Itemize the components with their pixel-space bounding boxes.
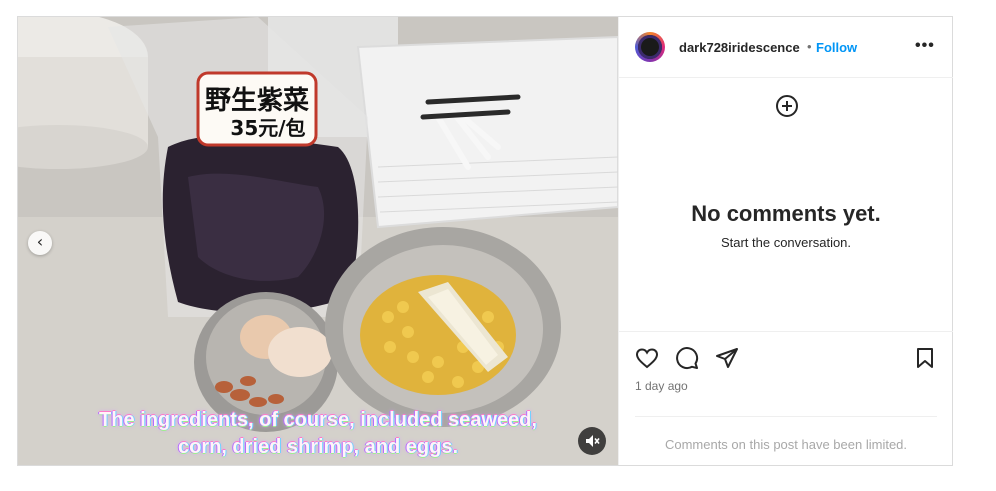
video-caption: The ingredients, of course, included sea… [48,407,588,461]
more-horizontal-icon[interactable]: ••• [915,37,935,55]
caption-line-2: corn, dried shrimp, and eggs. [177,436,459,458]
comments-limited-notice: Comments on this post have been limited. [635,416,937,452]
send-icon[interactable] [715,346,739,370]
no-comments-subtitle: Start the conversation. [720,235,852,250]
mute-button[interactable] [578,427,606,455]
label-text-price: 35元/包 [230,116,305,140]
post-timestamp[interactable]: 1 day ago [635,379,688,393]
post-media[interactable]: 野生紫菜 35元/包 ‹ The ingredients, of course, … [18,17,618,465]
bookmark-icon[interactable] [913,346,937,370]
chevron-left-icon: ‹ [36,232,44,251]
previous-slide-button[interactable]: ‹ [28,231,52,255]
add-circle-icon[interactable] [775,94,799,118]
caption-line-1: The ingredients, of course, included sea… [99,409,537,431]
speaker-muted-icon [586,435,600,447]
food-photo: 野生紫菜35元/包 [18,17,618,465]
separator-dot: • [807,39,812,54]
post-card: 野生紫菜 35元/包 ‹ The ingredients, of course, … [17,16,953,466]
post-header: dark728iridescence • Follow ••• [619,17,953,78]
post-side-panel: dark728iridescence • Follow ••• No comme… [618,17,953,465]
label-text-name: 野生紫菜 [205,86,309,116]
no-comments-title: No comments yet. [691,201,881,226]
follow-button[interactable]: Follow [816,40,857,55]
action-bar: 1 day ago Comments on this post have bee… [619,331,953,466]
comment-icon[interactable] [675,346,699,370]
avatar[interactable] [635,32,665,62]
heart-icon[interactable] [635,346,659,370]
username-link[interactable]: dark728iridescence [679,40,800,55]
